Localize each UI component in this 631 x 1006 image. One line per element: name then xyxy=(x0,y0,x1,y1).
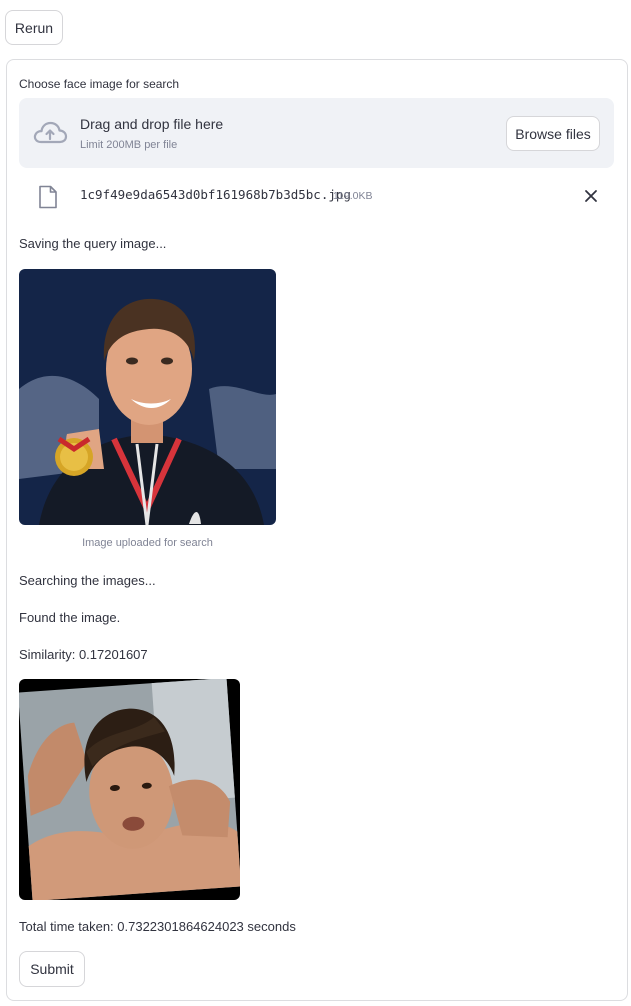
dropzone-title: Drag and drop file here xyxy=(80,116,224,132)
submit-button[interactable]: Submit xyxy=(19,951,85,987)
browse-files-button[interactable]: Browse files xyxy=(506,116,600,151)
file-icon xyxy=(39,185,57,209)
status-searching: Searching the images... xyxy=(19,573,156,588)
status-saving: Saving the query image... xyxy=(19,236,167,251)
matched-image xyxy=(19,679,240,900)
rerun-button[interactable]: Rerun xyxy=(5,10,63,45)
dropzone-limit: Limit 200MB per file xyxy=(80,139,178,151)
uploaded-file-size: 119.0KB xyxy=(333,190,373,202)
similarity-score: Similarity: 0.17201607 xyxy=(19,647,148,662)
status-found: Found the image. xyxy=(19,610,121,625)
cloud-upload-icon xyxy=(33,121,68,144)
query-image xyxy=(19,269,276,525)
total-time: Total time taken: 0.7322301864624023 sec… xyxy=(19,919,296,934)
close-icon[interactable] xyxy=(582,187,600,205)
uploader-label: Choose face image for search xyxy=(19,77,180,91)
uploaded-file-name: 1c9f49e9da6543d0bf161968b7b3d5bc.jpg xyxy=(80,187,351,202)
query-image-caption: Image uploaded for search xyxy=(82,537,213,549)
